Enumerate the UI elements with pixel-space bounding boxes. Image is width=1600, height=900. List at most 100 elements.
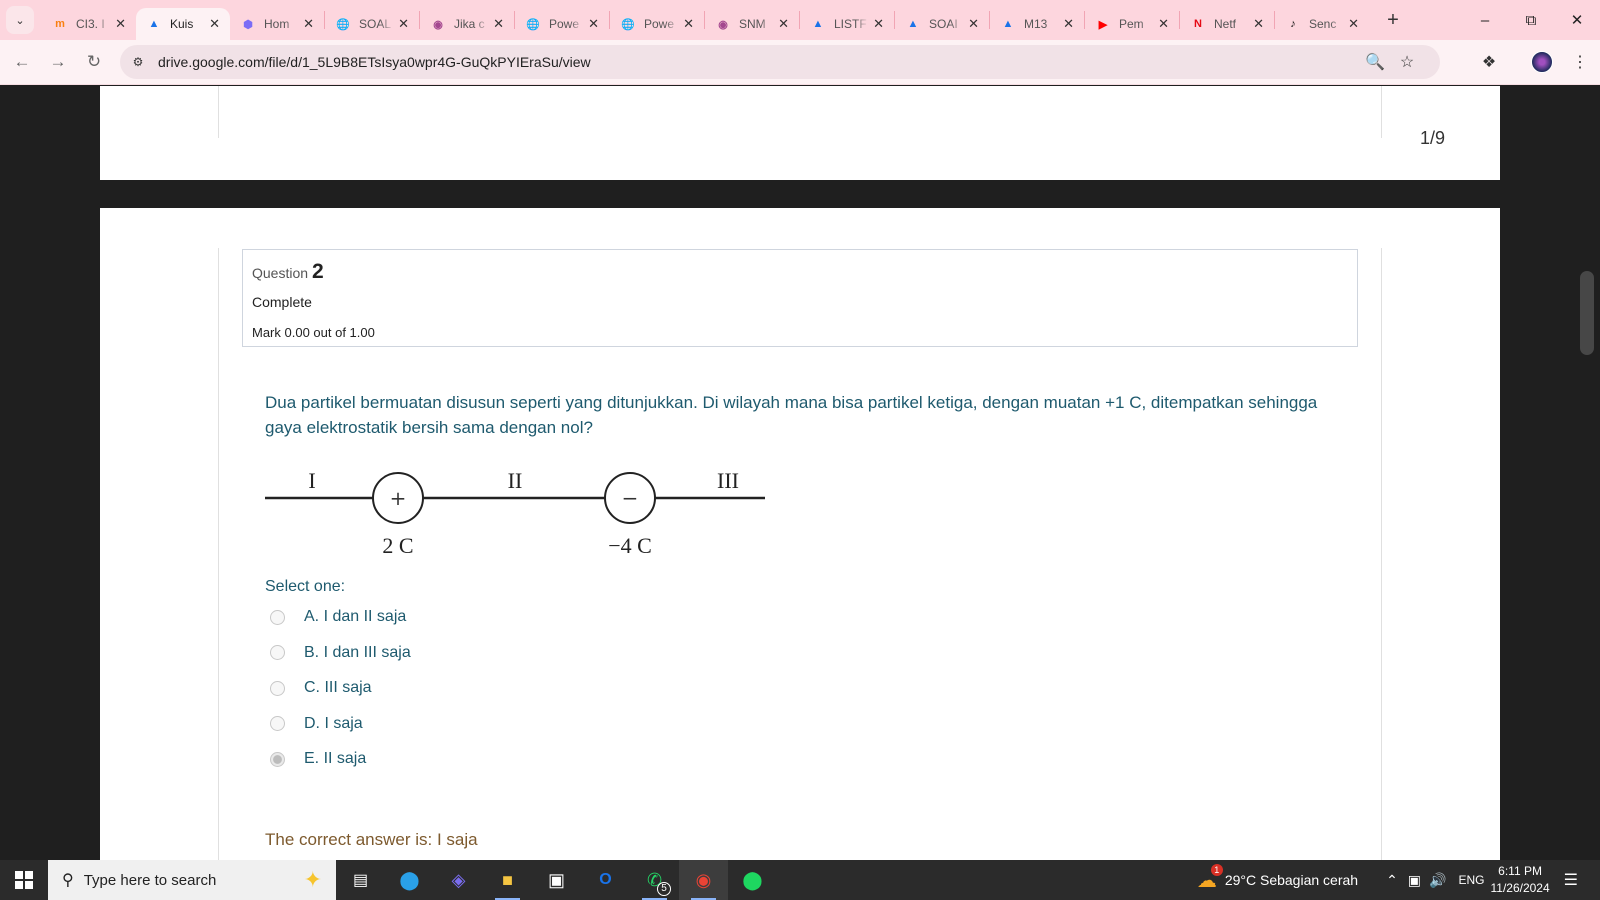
globe-icon: 🌐 [621,18,635,31]
network-icon[interactable]: ▣ [1408,872,1421,889]
zoom-icon[interactable]: 🔍 [1360,45,1390,79]
profile-avatar[interactable] [1527,45,1557,79]
microsoft-store-app[interactable]: ▣ [532,860,581,900]
tab-title: Jika c [454,17,485,31]
weather-icon[interactable]: ☁ 1 [1197,863,1223,893]
tab-title: Senc [1309,17,1337,31]
close-icon: ✕ [1570,12,1584,29]
address-bar[interactable]: ⚙ drive.google.com/file/d/1_5L9B8ETsIsya… [120,45,1440,79]
region-label-ii: II [508,468,523,493]
taskbar-search-box[interactable]: ⚲ Type here to search ✦ [48,860,336,900]
browser-tab[interactable]: ▲ LISTF ✕ [800,8,894,40]
tab-close-icon[interactable]: ✕ [1253,16,1264,32]
tab-close-icon[interactable]: ✕ [1158,16,1169,32]
tab-close-icon[interactable]: ✕ [1348,16,1359,32]
whatsapp-app[interactable]: ✆ 5 [630,860,679,900]
browser-tab[interactable]: m CI3. I ✕ [42,8,136,40]
google-drive-icon: ▲ [907,18,919,30]
start-button[interactable] [0,860,48,900]
back-button[interactable]: ← [8,48,36,76]
radio-button[interactable] [270,609,285,625]
pdf-page-2: Question 2 Complete Mark 0.00 out of 1.0… [100,208,1500,860]
browser-tab[interactable]: 🌐 SOAL ✕ [325,8,419,40]
outlook-app[interactable]: O [581,860,630,900]
tab-close-icon[interactable]: ✕ [1063,16,1074,32]
answer-option[interactable]: E. II saja [270,750,366,768]
tab-search-button[interactable]: ⌄ [6,6,34,34]
tiktok-icon: ♪ [1290,18,1296,30]
tab-title: Pem [1119,17,1144,31]
tab-close-icon[interactable]: ✕ [683,16,694,32]
task-view-icon: ▤ [352,872,369,889]
browser-tab[interactable]: 🌐 Powe ✕ [610,8,704,40]
reload-button[interactable]: ↻ [80,48,108,76]
tab-strip: ⌄ m CI3. I ✕ ▲ Kuis ✕ ⬢ Hom ✕ 🌐 SOAL ✕ ◉ Jika c ✕ 🌐 Powe… [0,0,1600,40]
close-window-button[interactable]: ✕ [1554,0,1600,40]
browser-tab[interactable]: ▲ Kuis ✕ [136,8,230,40]
page-indicator: 1/9 [1420,128,1446,148]
weather-text[interactable]: 29°C Sebagian cerah [1225,872,1358,888]
extensions-icon[interactable]: ❖ [1474,45,1504,79]
browser-tab[interactable]: ◉ Jika c ✕ [420,8,514,40]
browser-tab[interactable]: ▲ M13 ✕ [990,8,1084,40]
question-state: Complete [252,294,312,310]
tab-close-icon[interactable]: ✕ [209,16,220,32]
chrome-app[interactable]: ◉ [679,860,728,900]
tray-overflow-icon[interactable]: ⌃ [1386,872,1398,889]
minimize-button[interactable]: – [1462,0,1508,40]
vertical-scrollbar-thumb[interactable] [1580,271,1594,355]
radio-button[interactable] [270,680,285,696]
notifications-icon[interactable]: ☰ [1564,870,1578,890]
question-heading: Question 2 [252,260,324,283]
browser-tab[interactable]: ♪ Senc ✕ [1275,8,1369,40]
new-tab-button[interactable]: + [1381,9,1405,32]
radio-button[interactable] [270,751,285,767]
browser-tab[interactable]: ▲ SOAI ✕ [895,8,989,40]
whatsapp-badge: 5 [657,882,671,896]
url-text[interactable]: drive.google.com/file/d/1_5L9B8ETsIsya0w… [158,54,591,70]
forward-button[interactable]: → [44,48,72,76]
tab-close-icon[interactable]: ✕ [873,16,884,32]
tab-close-icon[interactable]: ✕ [303,16,314,32]
tab-close-icon[interactable]: ✕ [398,16,409,32]
answer-option[interactable]: D. I saja [270,715,363,733]
windows-logo-icon [15,871,33,889]
answer-option[interactable]: C. III saja [270,679,372,697]
browser-tab[interactable]: 🌐 Powe ✕ [515,8,609,40]
tab-close-icon[interactable]: ✕ [968,16,979,32]
tab-title: CI3. I [76,17,105,31]
language-indicator[interactable]: ENG [1458,873,1484,887]
tab-close-icon[interactable]: ✕ [588,16,599,32]
clock[interactable]: 6:11 PM 11/26/2024 [1490,863,1549,897]
radio-button[interactable] [270,716,285,731]
kebab-menu-icon[interactable]: ⋮ [1565,45,1595,79]
bookmark-star-icon[interactable]: ☆ [1392,45,1422,79]
browser-tab[interactable]: ▶ Pem ✕ [1085,8,1179,40]
browser-toolbar: ← → ↻ ⚙ drive.google.com/file/d/1_5L9B8E… [0,40,1600,85]
answer-option-label: A. I dan II saja [304,608,407,625]
browser-tab[interactable]: ⬢ Hom ✕ [230,8,324,40]
clock-date: 11/26/2024 [1490,881,1550,895]
tab-title: Netf [1214,17,1237,31]
chat-avatar-icon: ◉ [433,18,443,31]
task-view-button[interactable]: ▤ [336,860,385,900]
radio-button[interactable] [270,645,285,660]
restore-button[interactable]: ⧉ [1508,0,1554,40]
copilot-sparkle-icon: ✦ [303,867,322,892]
browser-tab[interactable]: ◉ SNM ✕ [705,8,799,40]
spotify-app[interactable]: ⬤ [728,860,777,900]
site-settings-icon[interactable]: ⚙ [128,55,148,69]
copilot-app[interactable]: ◈ [434,860,483,900]
answer-option[interactable]: B. I dan III saja [270,644,411,662]
tab-title: SNM [739,17,766,31]
answer-option[interactable]: A. I dan II saja [270,608,406,626]
tab-close-icon[interactable]: ✕ [115,16,126,32]
file-explorer-app[interactable]: ■ [483,860,532,900]
edge-app[interactable]: ⬤ [385,860,434,900]
correct-answer-feedback: The correct answer is: I saja [265,830,478,850]
browser-tab[interactable]: N Netf ✕ [1180,8,1274,40]
tab-close-icon[interactable]: ✕ [778,16,789,32]
volume-icon[interactable]: 🔊 [1429,872,1446,889]
tab-close-icon[interactable]: ✕ [493,16,504,32]
globe-icon: 🌐 [526,18,540,31]
